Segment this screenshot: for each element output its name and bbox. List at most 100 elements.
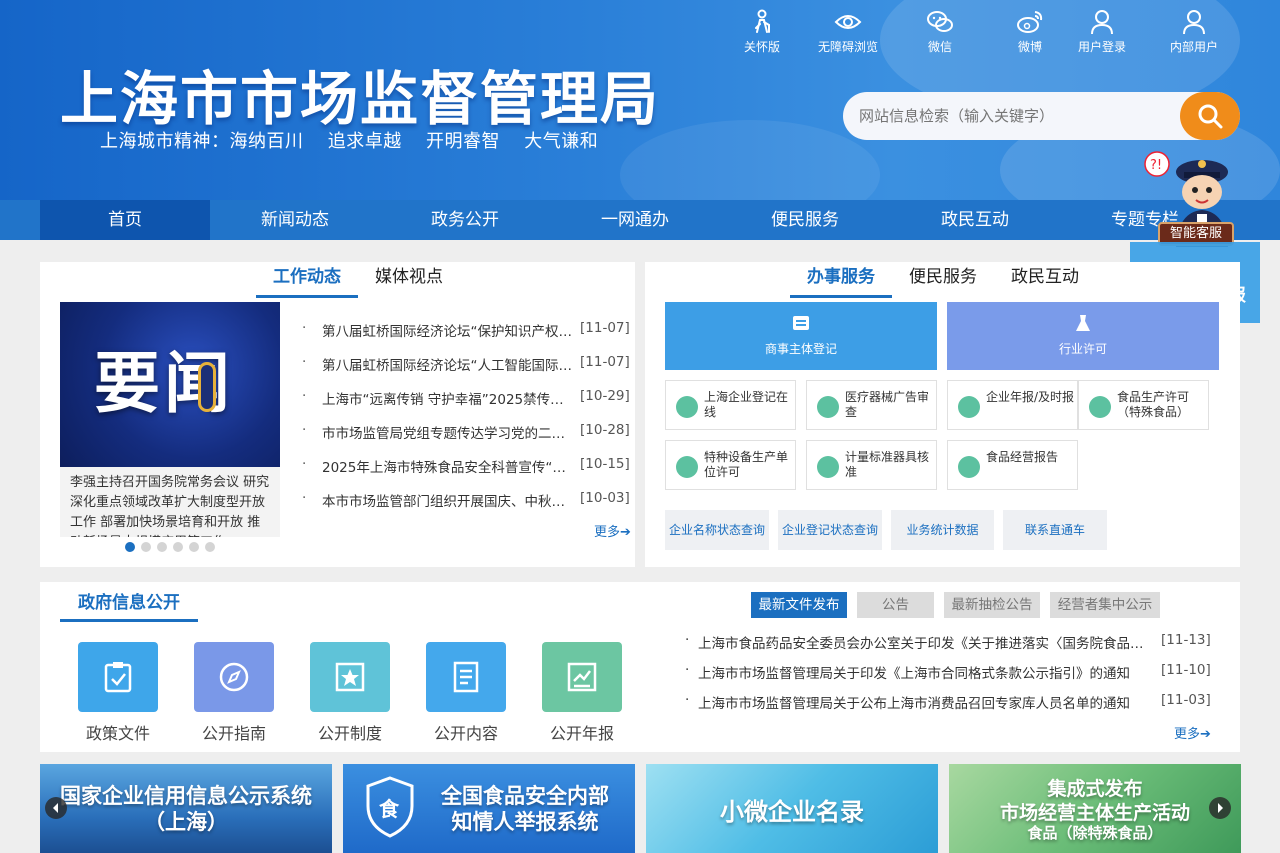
business-statistics-link[interactable]: 业务统计数据 (891, 510, 994, 550)
search-input[interactable] (859, 103, 1179, 129)
gov-news-date: [11-03] (1161, 692, 1211, 708)
news-item[interactable]: · 上海市“远离传销 守护幸福”2025禁传宣传活动 [10-29] (302, 388, 630, 408)
user-login-button[interactable]: 用户登录 (1060, 8, 1144, 55)
news-title[interactable]: 第八届虹桥国际经济论坛“保护知识产权 护航开放发展”分论坛 (322, 320, 575, 340)
carousel-dot[interactable] (125, 542, 135, 552)
industry-license-button[interactable]: 行业许可 (947, 302, 1219, 370)
news-title[interactable]: 市市场监管局党组专题传达学习党的二十届四中全会精神 (322, 422, 575, 442)
service-card[interactable]: 食品经营报告 (947, 440, 1078, 490)
news-more-link[interactable]: 更多➔ (594, 521, 631, 540)
banner-small-business[interactable]: 小微企业名录 (646, 764, 938, 853)
gov-more-link[interactable]: 更多➔ (1174, 723, 1211, 742)
banner-line2: 知情人举报系统 (451, 810, 599, 834)
slogan-item: 开明睿智 (425, 131, 500, 152)
bullet: · (302, 490, 307, 506)
arrow-right-icon: ➔ (1200, 727, 1211, 742)
carousel-dot[interactable] (189, 542, 199, 552)
news-date: [10-15] (580, 456, 630, 472)
gov-news-title[interactable]: 上海市市场监督管理局关于印发《上海市合同格式条款公示指引》的通知 (698, 662, 1148, 682)
gov-annual-report[interactable]: 公开年报 (542, 642, 622, 744)
nav-item-news[interactable]: 新闻动态 (210, 200, 380, 240)
gov-open-system[interactable]: 公开制度 (310, 642, 390, 744)
tool-label: 微博 (1017, 40, 1042, 54)
tool-label: 无障碍浏览 (817, 40, 878, 54)
news-title[interactable]: 本市市场监管部门组织开展国庆、中秋节前检查 (322, 490, 575, 510)
carousel-dot[interactable] (173, 542, 183, 552)
chevron-right-icon (1218, 803, 1223, 813)
internal-user-button[interactable]: 内部用户 (1152, 8, 1236, 55)
gov-open-content[interactable]: 公开内容 (426, 642, 506, 744)
bullet: · (685, 692, 690, 708)
tab-interaction[interactable]: 政民互动 (1000, 262, 1090, 298)
tab-inspection-notice[interactable]: 最新抽检公告 (944, 592, 1040, 618)
tab-public-service[interactable]: 便民服务 (900, 262, 986, 298)
tab-notice[interactable]: 公告 (857, 592, 934, 618)
service-card[interactable]: 食品生产许可（特殊食品） (1078, 380, 1209, 430)
wrench-icon (676, 456, 698, 478)
weibo-icon (1017, 11, 1043, 33)
registration-icon (793, 316, 809, 330)
company-registration-query-link[interactable]: 企业登记状态查询 (778, 510, 882, 550)
banner-food-safety-report[interactable]: 食 全国食品安全内部 知情人举报系统 (343, 764, 635, 853)
accessibility-button[interactable]: 无障碍浏览 (806, 8, 890, 55)
tab-work-news[interactable]: 工作动态 (256, 262, 358, 298)
news-featured-caption[interactable]: 李强主持召开国务院常务会议 研究深化重点领域改革扩大制度型开放工作 部署加快场景… (60, 467, 280, 537)
nav-item-interaction[interactable]: 政民互动 (890, 200, 1060, 240)
carousel-dot[interactable] (141, 542, 151, 552)
news-item[interactable]: · 2025年上海市特殊食品安全科普宣传“五进”活动 [10-15] (302, 456, 630, 476)
gov-open-guide[interactable]: 公开指南 (194, 642, 274, 744)
wechat-button[interactable]: 微信 (898, 8, 982, 55)
carousel-dot[interactable] (205, 542, 215, 552)
gov-news-title[interactable]: 上海市食品药品安全委员会办公室关于印发《关于推进落实〈国务院食品安全委员会关于… (698, 632, 1148, 652)
nav-item-home[interactable]: 首页 (40, 200, 210, 240)
more-label: 更多 (1174, 727, 1201, 742)
gov-news-date: [11-10] (1161, 662, 1211, 678)
more-label: 更多 (594, 525, 621, 540)
tab-concentration-notice[interactable]: 经营者集中公示 (1050, 592, 1160, 618)
news-title[interactable]: 第八届虹桥国际经济论坛“人工智能国际治理”分论坛 (322, 354, 575, 374)
elderly-care-button[interactable]: 关怀版 (720, 8, 804, 55)
nav-item-one-net[interactable]: 一网通办 (550, 200, 720, 240)
gov-info-title: 政府信息公开 (60, 590, 198, 622)
business-registration-button[interactable]: 商事主体登记 (665, 302, 937, 370)
bullet: · (685, 662, 690, 678)
banner-next-button[interactable] (1209, 797, 1231, 819)
news-date: [10-28] (580, 422, 630, 438)
service-card-label: 企业年报/及时报 (986, 390, 1075, 404)
service-card[interactable]: 上海企业登记在线 (665, 380, 796, 430)
gov-news-item[interactable]: · 上海市市场监督管理局关于印发《上海市合同格式条款公示指引》的通知 [11-10] (685, 662, 1215, 682)
service-card[interactable]: 企业年报/及时报 (947, 380, 1078, 430)
gov-news-item[interactable]: · 上海市市场监督管理局关于公布上海市消费品召回专家库人员名单的通知 [11-03] (685, 692, 1215, 712)
chart-icon (542, 642, 622, 712)
banner-prev-button[interactable] (45, 797, 67, 819)
news-featured-image[interactable]: 要闻 (60, 302, 280, 467)
banner-credit-system[interactable]: 国家企业信用信息公示系统 （上海） (40, 764, 332, 853)
gov-icon-label: 公开制度 (317, 724, 382, 743)
tab-media-view[interactable]: 媒体视点 (366, 262, 452, 298)
tab-latest-files[interactable]: 最新文件发布 (751, 592, 847, 618)
news-title[interactable]: 2025年上海市特殊食品安全科普宣传“五进”活动 (322, 456, 575, 476)
bullet: · (302, 354, 307, 370)
service-card[interactable]: 特种设备生产单位许可 (665, 440, 796, 490)
service-card[interactable]: 医疗器械广告审查 (806, 380, 937, 430)
news-date: [10-29] (580, 388, 630, 404)
news-item[interactable]: · 本市市场监管部门组织开展国庆、中秋节前检查 [10-03] (302, 490, 630, 510)
gov-policy-files[interactable]: 政策文件 (78, 642, 158, 744)
news-item[interactable]: · 第八届虹桥国际经济论坛“保护知识产权 护航开放发展”分论坛 [11-07] (302, 320, 630, 340)
tab-office-service[interactable]: 办事服务 (790, 262, 892, 298)
news-title[interactable]: 上海市“远离传销 守护幸福”2025禁传宣传活动 (322, 388, 575, 408)
report-icon (958, 456, 980, 478)
company-name-query-link[interactable]: 企业名称状态查询 (665, 510, 769, 550)
service-card[interactable]: 计量标准器具核准 (806, 440, 937, 490)
nav-item-services[interactable]: 便民服务 (720, 200, 890, 240)
gov-news-title[interactable]: 上海市市场监督管理局关于公布上海市消费品召回专家库人员名单的通知 (698, 692, 1148, 712)
nav-item-gov-affairs[interactable]: 政务公开 (380, 200, 550, 240)
news-item[interactable]: · 第八届虹桥国际经济论坛“人工智能国际治理”分论坛 [11-07] (302, 354, 630, 374)
contact-link[interactable]: 联系直通车 (1003, 510, 1107, 550)
search-button[interactable] (1180, 92, 1240, 140)
news-item[interactable]: · 市市场监管局党组专题传达学习党的二十届四中全会精神 [10-28] (302, 422, 630, 442)
gov-news-item[interactable]: · 上海市食品药品安全委员会办公室关于印发《关于推进落实〈国务院食品安全委员会关于… (685, 632, 1215, 652)
carousel-dot[interactable] (157, 542, 167, 552)
banner-market-activity[interactable]: 集成式发布 市场经营主体生产活动 食品（除特殊食品） (949, 764, 1241, 853)
news-date: [11-07] (580, 320, 630, 336)
